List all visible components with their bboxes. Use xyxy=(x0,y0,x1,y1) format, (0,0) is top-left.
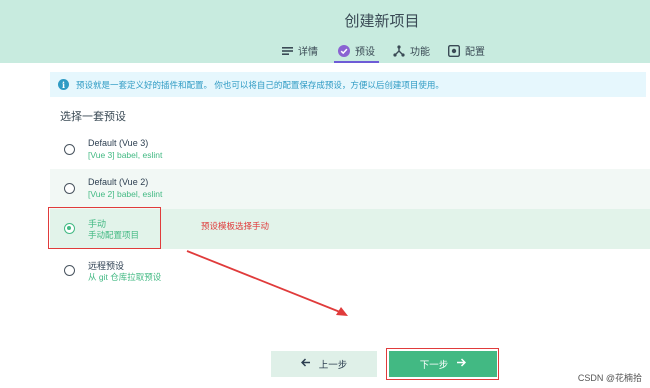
annotation-arrow-icon xyxy=(186,250,348,316)
watermark: CSDN @花楠拾 xyxy=(577,373,642,383)
arrow-left-icon xyxy=(300,358,311,370)
arrow-right-icon xyxy=(456,358,467,370)
prev-button[interactable]: 上一步 xyxy=(271,351,377,377)
next-button-label: 下一步 xyxy=(419,360,449,371)
prev-button-label: 上一步 xyxy=(318,360,348,371)
next-button[interactable]: 下一步 xyxy=(389,351,497,377)
